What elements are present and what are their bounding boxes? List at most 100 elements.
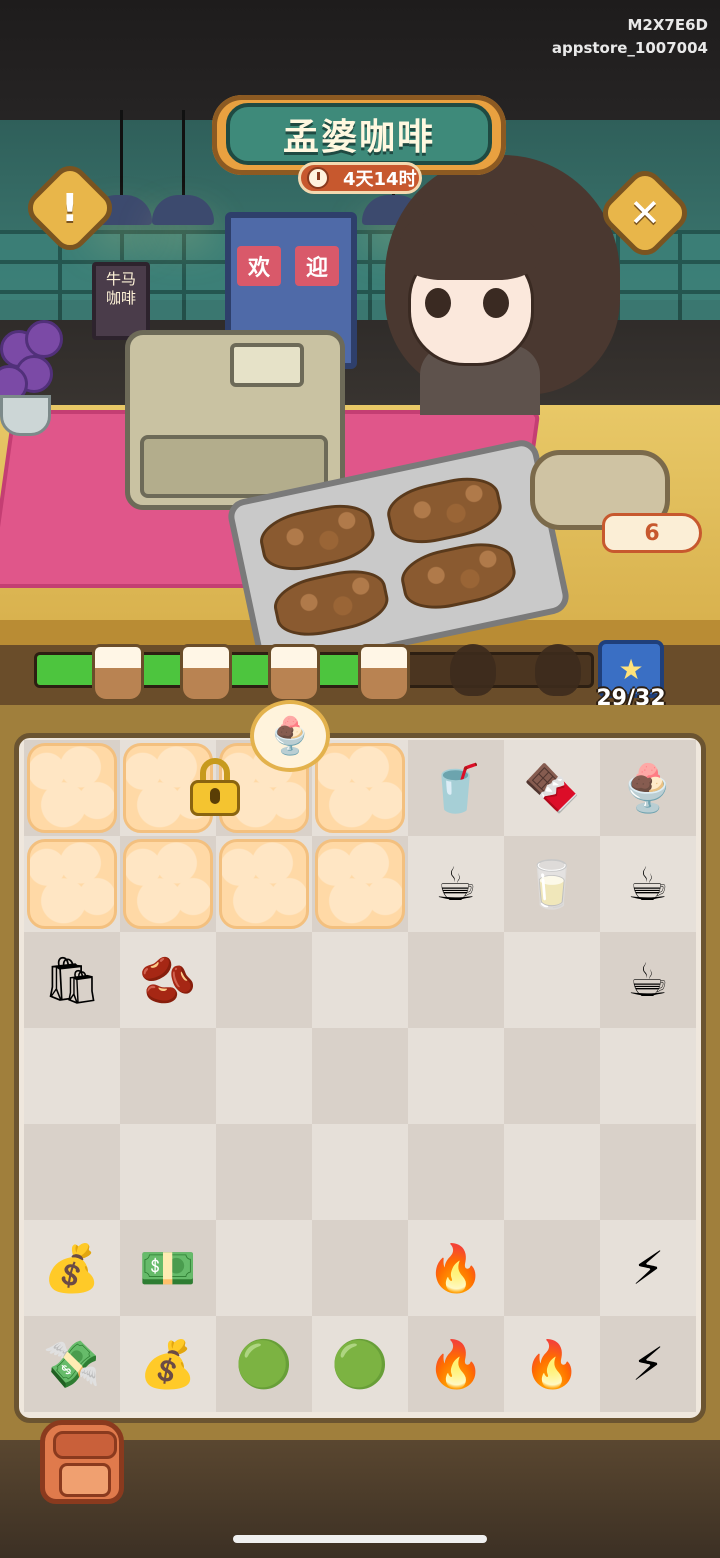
locked-fog-tile	[27, 839, 117, 929]
cash-bills-icon[interactable]: 💵	[139, 1245, 196, 1291]
chalkboard-sign: 牛马 咖啡	[92, 262, 150, 340]
cash-stack-icon[interactable]: 💸	[43, 1341, 100, 1387]
chalkboard-line: 牛马	[105, 270, 136, 288]
board-cell[interactable]	[120, 1028, 216, 1124]
exclamation-icon: !	[61, 186, 79, 230]
order-count-badge: 6	[602, 513, 702, 553]
board-cell[interactable]: 🥤	[408, 740, 504, 836]
milestone-drink-icon	[92, 644, 144, 702]
green-coins-small-icon[interactable]: 🟢	[331, 1341, 388, 1387]
flower-vase	[0, 320, 70, 436]
board-cell[interactable]	[312, 1028, 408, 1124]
event-timer: 4天14时	[298, 162, 422, 194]
backpack-button[interactable]	[40, 1420, 124, 1504]
blue-flame-icon[interactable]: 🔥	[427, 1245, 484, 1291]
milestone-drink-icon	[180, 644, 232, 702]
cash-bowl-icon[interactable]: 💰	[43, 1245, 100, 1291]
board-cell[interactable]	[504, 1220, 600, 1316]
yellow-bolt-double-icon[interactable]: ⚡	[632, 1341, 664, 1387]
locked-reward-bubble[interactable]: 🍨	[250, 700, 330, 772]
board-cell[interactable]	[312, 1124, 408, 1220]
debug-info: M2X7E6D appstore_1007004	[552, 14, 708, 60]
latte-art-cup-icon[interactable]: ☕	[627, 861, 668, 907]
green-coins-icon[interactable]: 🟢	[235, 1341, 292, 1387]
board-cell[interactable]	[24, 836, 120, 932]
board-cell[interactable]: 💰	[24, 1220, 120, 1316]
board-cell[interactable]: 💸	[24, 1316, 120, 1412]
board-cell[interactable]	[504, 932, 600, 1028]
barista-eye	[425, 288, 451, 318]
board-cell[interactable]: 🔥	[408, 1220, 504, 1316]
board-cell[interactable]: 🍨	[600, 740, 696, 836]
board-cell[interactable]: 🟢	[312, 1316, 408, 1412]
locked-fog-tile	[219, 839, 309, 929]
board-cell[interactable]	[120, 1124, 216, 1220]
yellow-bolt-icon[interactable]: ⚡	[632, 1245, 664, 1291]
board-cell[interactable]: 💵	[120, 1220, 216, 1316]
coffee-cup-icon[interactable]: ☕	[435, 861, 476, 907]
home-indicator	[233, 1535, 487, 1543]
blue-flame-triple-icon[interactable]: 🔥	[523, 1341, 580, 1387]
board-cell[interactable]: 🫘	[120, 932, 216, 1028]
channel-id: appstore_1007004	[551, 39, 708, 57]
espresso-cup-icon[interactable]: ☕	[627, 957, 668, 1003]
padlock-icon[interactable]	[190, 758, 240, 816]
shop-sign: 孟婆咖啡	[226, 103, 492, 165]
coffee-pouch-icon[interactable]: 🫘	[139, 957, 196, 1003]
board-cell[interactable]	[216, 1220, 312, 1316]
board-cell[interactable]	[312, 932, 408, 1028]
board-cell[interactable]: ☕	[600, 836, 696, 932]
board-cell[interactable]	[24, 1124, 120, 1220]
board-cell[interactable]	[600, 1124, 696, 1220]
close-icon: ✕	[629, 191, 661, 235]
order-count: 6	[644, 520, 660, 546]
clock-icon	[307, 167, 329, 189]
coffee-bean-bag-icon[interactable]: 🛍	[43, 957, 101, 1003]
timer-text: 4天14时	[343, 169, 417, 190]
board-cell[interactable]: 🔥	[408, 1316, 504, 1412]
money-bag-icon[interactable]: 💰	[139, 1341, 196, 1387]
chocolate-cake-icon[interactable]: 🍫	[523, 765, 580, 811]
board-cell[interactable]: 🛍	[24, 932, 120, 1028]
merge-grid: 🥤 🍫 🍨 ☕ 🥛 ☕ 🛍 🫘 ☕ 💰 💵 🔥 ⚡ 💸 💰 🟢 🟢 🔥 🔥 ⚡	[24, 740, 696, 1413]
paper-cup-icon[interactable]: 🥛	[523, 861, 580, 907]
board-cell[interactable]	[216, 1124, 312, 1220]
board-cell[interactable]: 🥛	[504, 836, 600, 932]
coffee-parfait-icon[interactable]: 🍨	[619, 765, 676, 811]
locked-fog-tile	[123, 839, 213, 929]
board-cell[interactable]: 🍫	[504, 740, 600, 836]
board-cell[interactable]: ⚡	[600, 1316, 696, 1412]
blue-flame-double-icon[interactable]: 🔥	[427, 1341, 484, 1387]
board-cell[interactable]: ☕	[408, 836, 504, 932]
board-cell[interactable]	[120, 836, 216, 932]
board-cell[interactable]	[216, 932, 312, 1028]
board-cell[interactable]	[408, 1124, 504, 1220]
board-cell[interactable]	[216, 836, 312, 932]
board-cell[interactable]	[312, 740, 408, 836]
board-cell[interactable]	[408, 932, 504, 1028]
board-cell[interactable]	[312, 836, 408, 932]
board-cell[interactable]	[216, 1028, 312, 1124]
board-cell[interactable]: 🔥	[504, 1316, 600, 1412]
barista-bangs	[400, 205, 540, 280]
board-cell[interactable]: ☕	[600, 932, 696, 1028]
board-cell[interactable]	[24, 740, 120, 836]
board-cell[interactable]: 💰	[120, 1316, 216, 1412]
board-cell[interactable]	[504, 1028, 600, 1124]
shop-title: 孟婆咖啡	[282, 117, 435, 158]
locked-fog-tile	[27, 743, 117, 833]
board-cell[interactable]: 🟢	[216, 1316, 312, 1412]
locked-fog-tile	[315, 839, 405, 929]
device-id: M2X7E6D	[627, 16, 708, 34]
milestone-locked-icon	[450, 644, 496, 696]
milestone-locked-icon	[535, 644, 581, 696]
barista-eye	[483, 288, 509, 318]
board-cell[interactable]	[504, 1124, 600, 1220]
iced-coffee-icon[interactable]: 🥤	[427, 765, 484, 811]
board-cell[interactable]	[600, 1028, 696, 1124]
board-cell[interactable]	[24, 1028, 120, 1124]
board-cell[interactable]	[312, 1220, 408, 1316]
board-cell[interactable]: ⚡	[600, 1220, 696, 1316]
hanging-lamp	[152, 195, 214, 225]
board-cell[interactable]	[408, 1028, 504, 1124]
